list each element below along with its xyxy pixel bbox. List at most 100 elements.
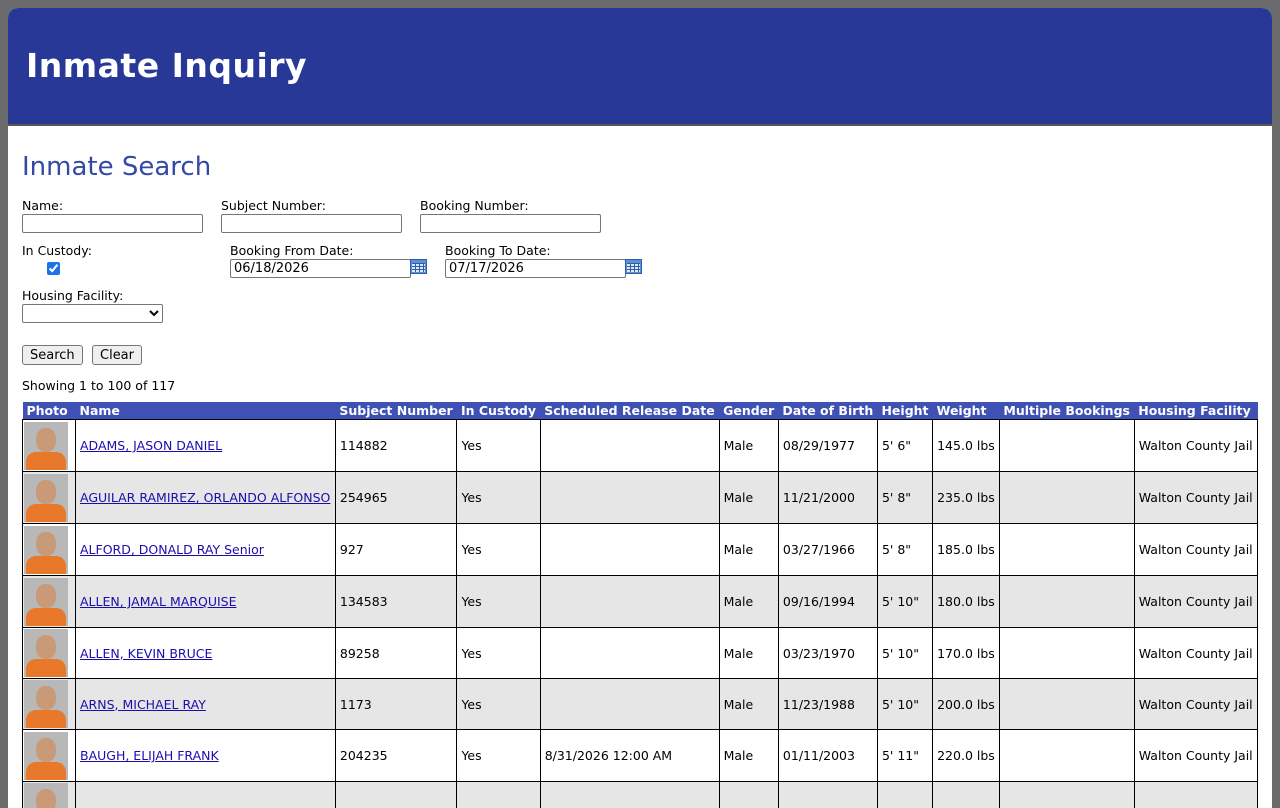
inmate-name-link[interactable]: ALFORD, DONALD RAY Senior — [80, 542, 264, 557]
multiple-bookings-cell — [999, 782, 1134, 808]
dob-cell: 08/29/1977 — [778, 420, 877, 472]
housing-facility-select[interactable] — [22, 304, 163, 323]
subject-number-input[interactable] — [221, 214, 402, 233]
table-row[interactable] — [23, 782, 1258, 808]
release-date-cell — [540, 782, 719, 808]
gender-cell: Male — [719, 628, 778, 679]
height-cell: 5' 8" — [877, 472, 932, 524]
dob-cell: 03/27/1966 — [778, 524, 877, 576]
weight-cell — [933, 782, 1000, 808]
inmate-photo[interactable] — [24, 783, 68, 808]
in-custody-cell: Yes — [457, 420, 540, 472]
table-row[interactable]: ALLEN, KEVIN BRUCE89258YesMale03/23/1970… — [23, 628, 1258, 679]
inmate-photo[interactable] — [24, 578, 68, 626]
weight-cell: 200.0 lbs — [933, 679, 1000, 730]
column-header-release-date[interactable]: Scheduled Release Date — [540, 402, 719, 420]
booking-to-date-input[interactable] — [445, 259, 626, 278]
housing-facility-cell: Walton County Jail — [1134, 524, 1257, 576]
name-input[interactable] — [22, 214, 203, 233]
housing-facility-cell: Walton County Jail — [1134, 679, 1257, 730]
column-header-dob[interactable]: Date of Birth — [778, 402, 877, 420]
photo-cell — [23, 576, 76, 628]
gender-cell: Male — [719, 524, 778, 576]
inmate-name-link[interactable]: ALLEN, JAMAL MARQUISE — [80, 594, 237, 609]
housing-facility-cell: Walton County Jail — [1134, 472, 1257, 524]
subject-number-field: Subject Number: — [221, 198, 402, 233]
multiple-bookings-cell — [999, 730, 1134, 782]
height-cell: 5' 10" — [877, 679, 932, 730]
inmate-name-link[interactable]: ALLEN, KEVIN BRUCE — [80, 646, 212, 661]
multiple-bookings-cell — [999, 679, 1134, 730]
photo-cell — [23, 730, 76, 782]
search-button[interactable]: Search — [22, 345, 83, 365]
in-custody-cell — [457, 782, 540, 808]
column-header-weight[interactable]: Weight — [933, 402, 1000, 420]
column-header-photo[interactable]: Photo — [23, 402, 76, 420]
booking-to-date-field: Booking To Date: — [445, 243, 626, 278]
inmate-photo[interactable] — [24, 732, 68, 780]
column-header-gender[interactable]: Gender — [719, 402, 778, 420]
inmate-name-link[interactable]: ADAMS, JASON DANIEL — [80, 438, 222, 453]
housing-facility-cell: Walton County Jail — [1134, 420, 1257, 472]
column-header-multiple-bookings[interactable]: Multiple Bookings — [999, 402, 1134, 420]
multiple-bookings-cell — [999, 628, 1134, 679]
release-date-cell — [540, 628, 719, 679]
dob-cell — [778, 782, 877, 808]
dob-cell: 11/21/2000 — [778, 472, 877, 524]
gender-cell — [719, 782, 778, 808]
subject-number-cell: 204235 — [335, 730, 457, 782]
multiple-bookings-cell — [999, 420, 1134, 472]
inmate-photo[interactable] — [24, 526, 68, 574]
height-cell: 5' 6" — [877, 420, 932, 472]
column-header-subject-number[interactable]: Subject Number — [335, 402, 457, 420]
booking-from-date-input[interactable] — [230, 259, 411, 278]
in-custody-label: In Custody: — [22, 243, 92, 258]
gender-cell: Male — [719, 730, 778, 782]
dob-cell: 03/23/1970 — [778, 628, 877, 679]
inmate-name-link[interactable]: BAUGH, ELIJAH FRANK — [80, 748, 219, 763]
gender-cell: Male — [719, 679, 778, 730]
in-custody-checkbox[interactable] — [47, 262, 60, 275]
inmate-name-link[interactable]: AGUILAR RAMIREZ, ORLANDO ALFONSO — [80, 490, 330, 505]
in-custody-cell: Yes — [457, 628, 540, 679]
table-row[interactable]: ADAMS, JASON DANIEL114882YesMale08/29/19… — [23, 420, 1258, 472]
page-header: Inmate Inquiry — [8, 8, 1272, 126]
page-title: Inmate Inquiry — [26, 46, 307, 85]
weight-cell: 220.0 lbs — [933, 730, 1000, 782]
housing-facility-cell: Walton County Jail — [1134, 730, 1257, 782]
in-custody-cell: Yes — [457, 524, 540, 576]
table-row[interactable]: ARNS, MICHAEL RAY1173YesMale11/23/19885'… — [23, 679, 1258, 730]
table-row[interactable]: ALLEN, JAMAL MARQUISE134583YesMale09/16/… — [23, 576, 1258, 628]
table-row[interactable]: AGUILAR RAMIREZ, ORLANDO ALFONSO254965Ye… — [23, 472, 1258, 524]
booking-number-input[interactable] — [420, 214, 601, 233]
clear-button[interactable]: Clear — [92, 345, 142, 365]
inmate-name-link[interactable]: ARNS, MICHAEL RAY — [80, 697, 206, 712]
column-header-in-custody[interactable]: In Custody — [457, 402, 540, 420]
dob-cell: 09/16/1994 — [778, 576, 877, 628]
multiple-bookings-cell — [999, 524, 1134, 576]
inmate-photo[interactable] — [24, 422, 68, 470]
name-cell: ALLEN, JAMAL MARQUISE — [76, 576, 336, 628]
column-header-height[interactable]: Height — [877, 402, 932, 420]
inmate-photo[interactable] — [24, 629, 68, 677]
table-row[interactable]: ALFORD, DONALD RAY Senior927YesMale03/27… — [23, 524, 1258, 576]
housing-facility-cell: Walton County Jail — [1134, 628, 1257, 679]
housing-facility-cell: Walton County Jail — [1134, 576, 1257, 628]
browser-page: Inmate Inquiry Inmate Search Name: Subje… — [8, 8, 1272, 808]
column-header-housing-facility[interactable]: Housing Facility — [1134, 402, 1257, 420]
multiple-bookings-cell — [999, 576, 1134, 628]
weight-cell: 145.0 lbs — [933, 420, 1000, 472]
subject-number-cell: 114882 — [335, 420, 457, 472]
weight-cell: 235.0 lbs — [933, 472, 1000, 524]
inmate-photo[interactable] — [24, 680, 68, 728]
release-date-cell — [540, 576, 719, 628]
photo-cell — [23, 524, 76, 576]
inmate-photo[interactable] — [24, 474, 68, 522]
table-row[interactable]: BAUGH, ELIJAH FRANK204235Yes8/31/2026 12… — [23, 730, 1258, 782]
weight-cell: 170.0 lbs — [933, 628, 1000, 679]
in-custody-cell: Yes — [457, 679, 540, 730]
calendar-icon[interactable] — [625, 259, 642, 274]
weight-cell: 180.0 lbs — [933, 576, 1000, 628]
calendar-icon[interactable] — [410, 259, 427, 274]
column-header-name[interactable]: Name — [76, 402, 336, 420]
